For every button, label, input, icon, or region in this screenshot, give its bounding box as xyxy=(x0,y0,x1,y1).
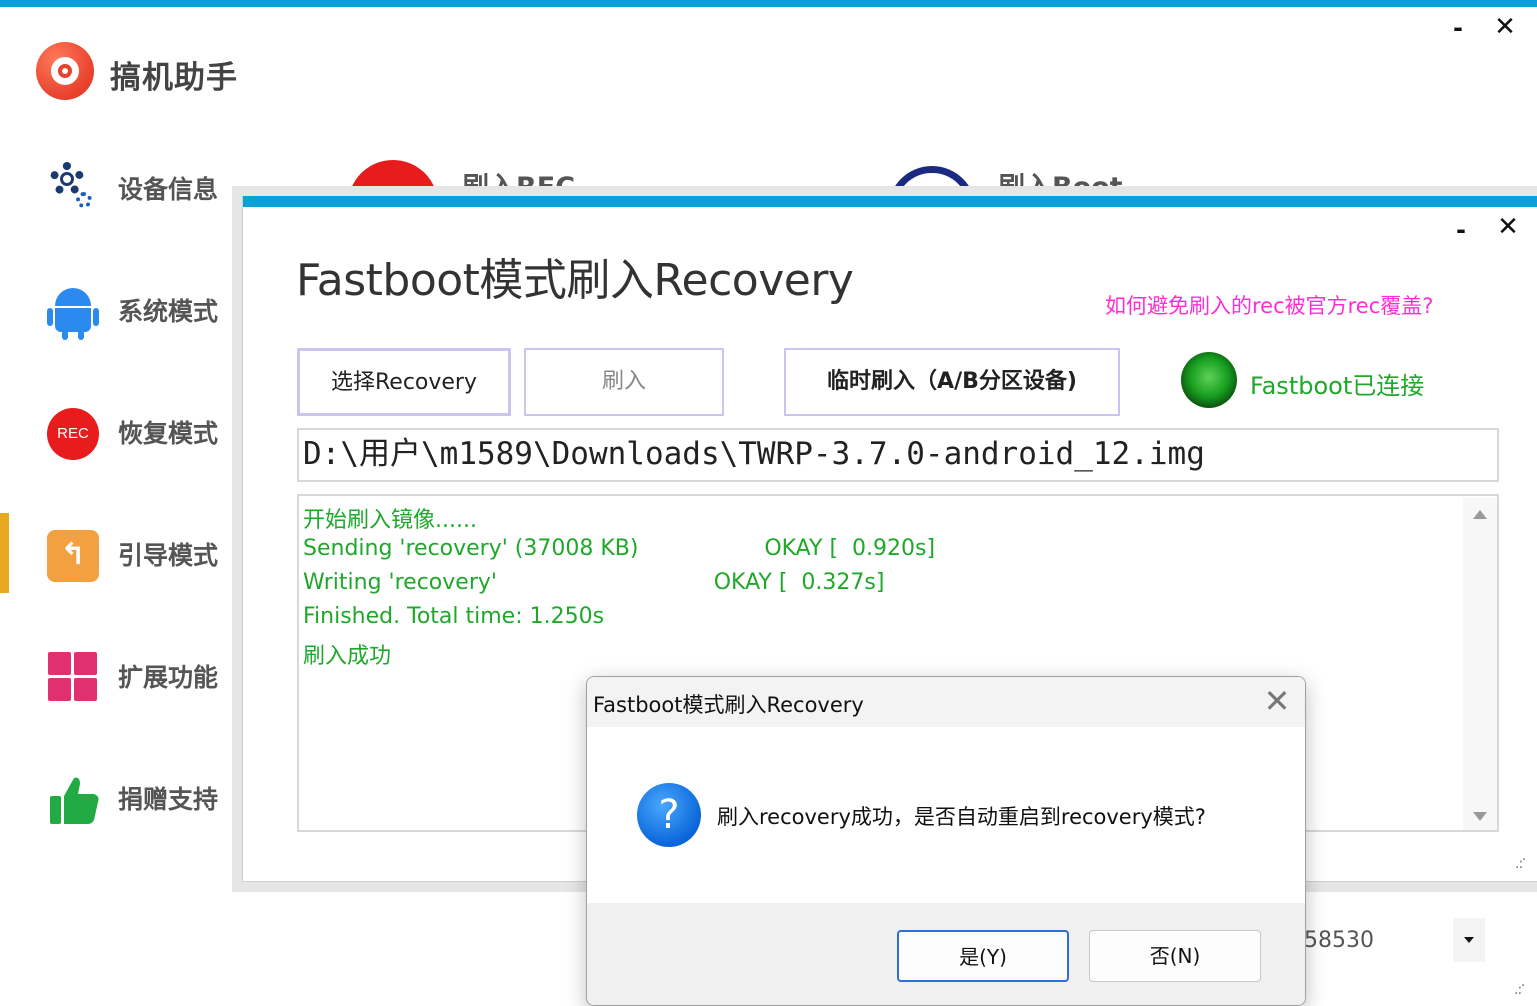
scroll-up-icon[interactable] xyxy=(1473,510,1487,519)
message-box-close-button[interactable]: ✕ xyxy=(1259,683,1295,719)
flash-dialog-accent-bar xyxy=(243,196,1537,207)
sidebar-item-system-mode[interactable]: 系统模式 xyxy=(0,270,240,350)
message-box-text: 刷入recovery成功，是否自动重启到recovery模式? xyxy=(717,805,1206,829)
confirm-reboot-message-box: Fastboot模式刷入Recovery ✕ ? 刷入recovery成功，是否… xyxy=(586,676,1306,1006)
sidebar-item-label: 扩展功能 xyxy=(118,663,219,692)
recovery-path-field[interactable]: D:\用户\m1589\Downloads\TWRP-3.7.0-android… xyxy=(297,428,1499,482)
boot-icon: ↰ xyxy=(46,528,100,582)
flash-minimize-button[interactable]: - xyxy=(1447,216,1475,244)
sidebar-item-device-info[interactable]: 设备信息 xyxy=(0,148,240,228)
yes-button[interactable]: 是(Y) xyxy=(897,930,1069,982)
log-line: 开始刷入镜像...... xyxy=(303,508,477,533)
log-line: Sending 'recovery' (37008 KB) OKAY [ 0.9… xyxy=(303,536,936,561)
log-line: Finished. Total time: 1.250s xyxy=(303,604,605,629)
sidebar-item-boot-mode[interactable]: ↰ 引导模式 xyxy=(0,514,240,594)
sidebar-item-label: 捐赠支持 xyxy=(118,785,219,814)
message-box-title: Fastboot模式刷入Recovery xyxy=(593,693,864,717)
connection-status-text: Fastboot已连接 xyxy=(1250,372,1425,400)
connection-status-led-icon xyxy=(1181,352,1237,408)
sidebar-item-label: 引导模式 xyxy=(118,541,219,570)
scroll-down-icon[interactable] xyxy=(1473,812,1487,821)
rec-icon: REC xyxy=(46,406,100,460)
select-recovery-button[interactable]: 选择Recovery xyxy=(297,348,511,416)
log-line: 刷入成功 xyxy=(303,644,392,669)
device-dropdown-button[interactable] xyxy=(1453,918,1485,962)
flash-dialog-title: Fastboot模式刷入Recovery xyxy=(296,255,854,306)
sidebar-item-donate[interactable]: 捐赠支持 xyxy=(0,758,240,838)
question-icon: ? xyxy=(637,783,701,847)
sidebar-item-extensions[interactable]: 扩展功能 xyxy=(0,636,240,716)
rec-override-help-link[interactable]: 如何避免刷入的rec被官方rec覆盖? xyxy=(1105,290,1433,320)
main-close-button[interactable]: ✕ xyxy=(1490,12,1520,42)
sidebar-item-label: 设备信息 xyxy=(118,175,219,204)
temp-flash-ab-button[interactable]: 临时刷入（A/B分区设备) xyxy=(784,348,1120,416)
sidebar-item-label: 恢复模式 xyxy=(118,419,219,448)
grid-icon xyxy=(46,650,100,704)
main-window-accent-bar xyxy=(0,0,1537,7)
gear-icon xyxy=(46,162,100,216)
app-logo-icon xyxy=(36,42,94,100)
resize-grip-icon[interactable]: ..: xyxy=(1515,849,1535,872)
app-title: 搞机助手 xyxy=(110,60,238,96)
log-scrollbar[interactable] xyxy=(1463,498,1497,830)
no-button[interactable]: 否(N) xyxy=(1089,930,1261,982)
flash-button[interactable]: 刷入 xyxy=(524,348,724,416)
chevron-down-icon xyxy=(1464,937,1474,943)
flash-close-button[interactable]: ✕ xyxy=(1493,212,1523,242)
resize-grip-icon[interactable]: ..: xyxy=(1514,975,1534,998)
thumbs-up-icon xyxy=(46,772,100,826)
sidebar-item-recovery-mode[interactable]: REC 恢复模式 xyxy=(0,392,240,472)
device-select-value: 58530 xyxy=(1304,928,1374,953)
android-icon xyxy=(46,284,100,340)
main-minimize-button[interactable]: - xyxy=(1444,14,1472,42)
log-line: Writing 'recovery' OKAY [ 0.327s] xyxy=(303,570,885,595)
sidebar-item-label: 系统模式 xyxy=(118,297,219,326)
